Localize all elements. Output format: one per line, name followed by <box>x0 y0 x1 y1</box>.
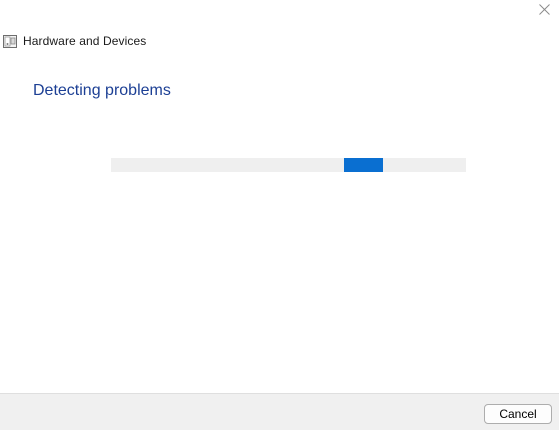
title-bar: Hardware and Devices <box>3 33 146 49</box>
progress-indicator <box>344 158 383 172</box>
close-icon <box>538 2 550 20</box>
troubleshooter-window: Hardware and Devices Detecting problems … <box>0 0 559 430</box>
cancel-button[interactable]: Cancel <box>484 404 552 424</box>
footer-bar: Cancel <box>0 393 559 430</box>
progress-bar <box>111 158 466 172</box>
window-title: Hardware and Devices <box>23 34 147 48</box>
close-button[interactable] <box>529 0 559 22</box>
troubleshooter-icon <box>3 34 18 49</box>
page-heading: Detecting problems <box>33 82 171 99</box>
